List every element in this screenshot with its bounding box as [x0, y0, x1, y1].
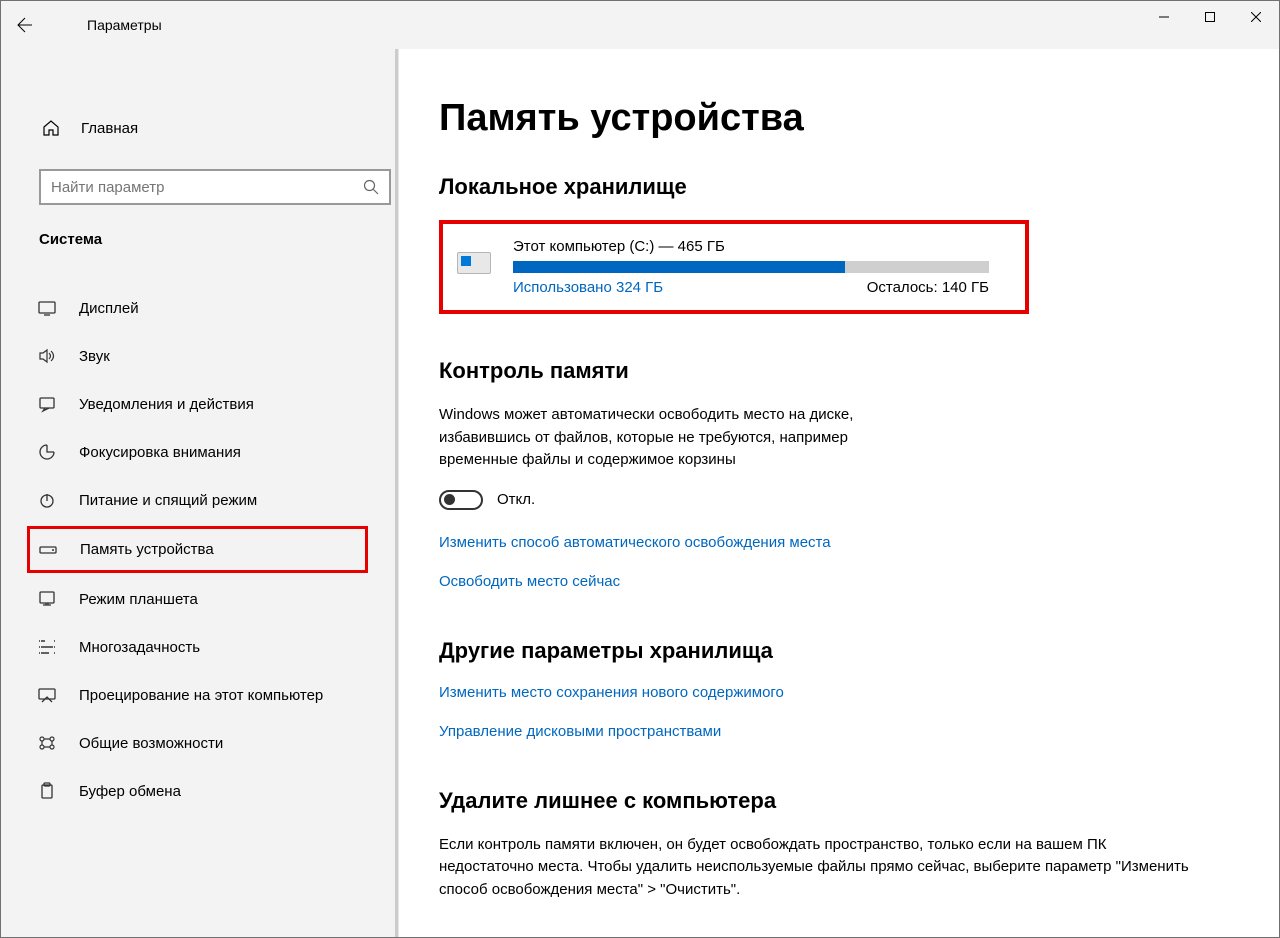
search-icon: [363, 179, 379, 195]
disk-used-label: Использовано 324 ГБ: [513, 279, 663, 296]
clipboard-icon: [37, 782, 57, 800]
window-controls: [1141, 1, 1279, 33]
sidebar-item-label: Уведомления и действия: [79, 396, 254, 413]
disk-card[interactable]: Этот компьютер (C:) — 465 ГБ Использован…: [439, 220, 1029, 314]
sidebar-item-shared[interactable]: Общие возможности: [1, 719, 398, 767]
projecting-icon: [37, 686, 57, 704]
more-storage-heading: Другие параметры хранилища: [439, 638, 1239, 664]
settings-window: Параметры Главная: [0, 0, 1280, 938]
sidebar-item-notifications[interactable]: Уведомления и действия: [1, 380, 398, 428]
sidebar-item-projecting[interactable]: Проецирование на этот компьютер: [1, 671, 398, 719]
disk-info: Этот компьютер (C:) — 465 ГБ Использован…: [513, 238, 1007, 296]
search-container: [1, 169, 398, 205]
tablet-icon: [37, 590, 57, 608]
back-button[interactable]: [1, 1, 49, 49]
notifications-icon: [37, 395, 57, 413]
sidebar-item-sound[interactable]: Звук: [1, 332, 398, 380]
sidebar-item-multitask[interactable]: Многозадачность: [1, 623, 398, 671]
storage-sense-toggle-row: Откл.: [439, 490, 1239, 510]
disk-free-label: Осталось: 140 ГБ: [867, 279, 989, 296]
power-icon: [37, 491, 57, 509]
sidebar-item-label: Дисплей: [79, 300, 139, 317]
cleanup-heading: Удалите лишнее с компьютера: [439, 788, 1239, 814]
sidebar-item-power[interactable]: Питание и спящий режим: [1, 476, 398, 524]
link-free-now[interactable]: Освободить место сейчас: [439, 573, 1239, 590]
category-header: Система: [1, 205, 398, 260]
sidebar-items: Дисплей Звук Уведомления и действия Фоку…: [1, 284, 398, 815]
search-input[interactable]: [51, 179, 363, 196]
sidebar-item-storage[interactable]: Память устройства: [27, 526, 368, 573]
sidebar-item-clipboard[interactable]: Буфер обмена: [1, 767, 398, 815]
page-title: Память устройства: [439, 97, 1239, 140]
sidebar-item-label: Питание и спящий режим: [79, 492, 257, 509]
sidebar-item-label: Многозадачность: [79, 639, 200, 656]
home-label: Главная: [81, 120, 138, 137]
toggle-state-label: Откл.: [497, 491, 535, 508]
disk-usage-fill: [513, 261, 845, 273]
sidebar-item-label: Буфер обмена: [79, 783, 181, 800]
sidebar-item-label: Режим планшета: [79, 591, 198, 608]
sidebar-item-label: Проецирование на этот компьютер: [79, 687, 323, 704]
maximize-button[interactable]: [1187, 1, 1233, 33]
minimize-button[interactable]: [1141, 1, 1187, 33]
home-nav[interactable]: Главная: [1, 109, 398, 147]
storage-sense-heading: Контроль памяти: [439, 358, 1239, 384]
display-icon: [37, 299, 57, 317]
close-icon: [1251, 12, 1261, 22]
cleanup-body: Если контроль памяти включен, он будет о…: [439, 834, 1199, 902]
sidebar-item-tablet[interactable]: Режим планшета: [1, 575, 398, 623]
link-change-save-location[interactable]: Изменить место сохранения нового содержи…: [439, 684, 1239, 701]
sidebar-item-label: Фокусировка внимания: [79, 444, 241, 461]
focus-icon: [37, 443, 57, 461]
window-body: Главная Система Дисплей Звук: [1, 49, 1279, 937]
toggle-knob: [444, 494, 455, 505]
home-icon: [41, 119, 61, 137]
link-manage-storage-spaces[interactable]: Управление дисковыми пространствами: [439, 723, 1239, 740]
search-box[interactable]: [39, 169, 391, 205]
link-change-auto-free[interactable]: Изменить способ автоматического освобожд…: [439, 534, 1239, 551]
sidebar-item-label: Звук: [79, 348, 110, 365]
sidebar-item-focus[interactable]: Фокусировка внимания: [1, 428, 398, 476]
arrow-left-icon: [17, 17, 33, 33]
sidebar-item-label: Общие возможности: [79, 735, 223, 752]
storage-sense-body: Windows может автоматически освободить м…: [439, 404, 919, 472]
disk-stats-row: Использовано 324 ГБ Осталось: 140 ГБ: [513, 279, 989, 296]
sidebar: Главная Система Дисплей Звук: [1, 49, 399, 937]
disk-usage-bar: [513, 261, 989, 273]
local-storage-heading: Локальное хранилище: [439, 174, 1239, 200]
window-title: Параметры: [87, 17, 162, 33]
disk-icon: [457, 238, 493, 274]
titlebar: Параметры: [1, 1, 1279, 49]
sidebar-item-display[interactable]: Дисплей: [1, 284, 398, 332]
maximize-icon: [1205, 12, 1215, 22]
sound-icon: [37, 347, 57, 365]
disk-title: Этот компьютер (C:) — 465 ГБ: [513, 238, 1007, 255]
close-button[interactable]: [1233, 1, 1279, 33]
storage-sense-toggle[interactable]: [439, 490, 483, 510]
minimize-icon: [1159, 12, 1169, 22]
shared-icon: [37, 734, 57, 752]
main-content: Память устройства Локальное хранилище Эт…: [399, 49, 1279, 937]
sidebar-item-label: Память устройства: [80, 541, 214, 558]
multitask-icon: [37, 638, 57, 656]
storage-icon: [38, 544, 58, 556]
sidebar-scrollbar[interactable]: [395, 49, 398, 937]
